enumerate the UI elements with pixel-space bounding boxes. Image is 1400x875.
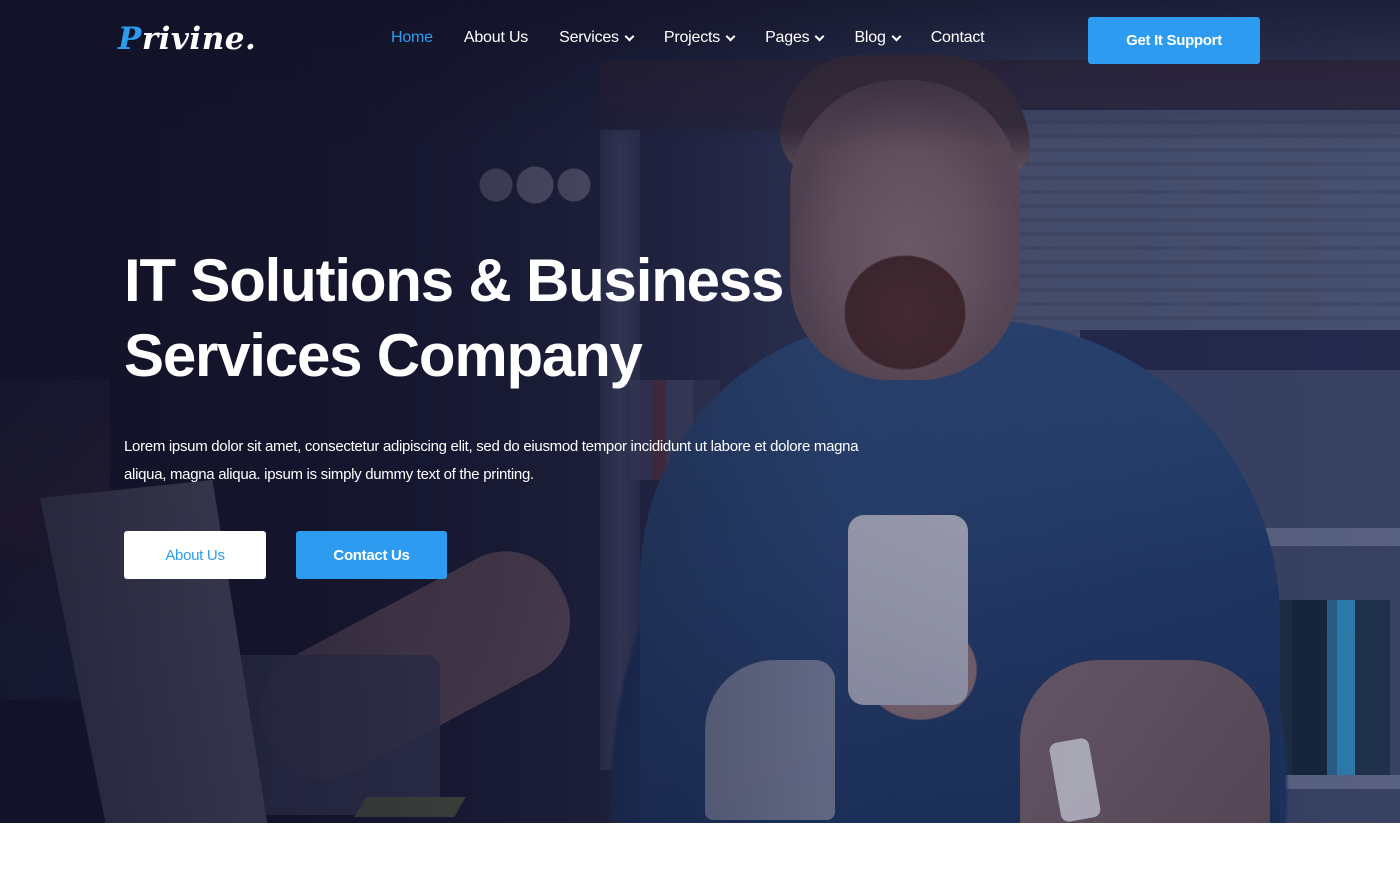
nav-item-about-us[interactable]: About Us — [464, 29, 528, 47]
hero-title-line-1: IT Solutions & Business — [124, 247, 784, 314]
brand-logo[interactable]: Privine. — [118, 21, 256, 57]
nav-item-label: Contact — [930, 29, 985, 46]
site-header: Privine. Home About Us Services Projects… — [0, 0, 1400, 80]
chevron-down-icon — [725, 31, 736, 41]
pendant-lights-decoration — [470, 160, 600, 210]
right-forearm-shape — [1020, 660, 1270, 823]
main-nav: Home About Us Services Projects Pages Bl… — [391, 29, 985, 47]
wristwatch-shape — [1048, 737, 1102, 823]
hand-shape — [840, 600, 1000, 740]
hero-buttons: About Us Contact Us — [124, 531, 884, 579]
chair-back-shape — [705, 660, 835, 820]
shelf-band-decoration — [1080, 330, 1400, 370]
hero-content: IT Solutions & Business Services Company… — [124, 243, 884, 579]
chevron-down-icon — [815, 31, 825, 41]
nav-item-label: Pages — [765, 29, 810, 46]
nav-item-projects[interactable]: Projects — [663, 29, 736, 47]
chevron-down-icon — [891, 31, 902, 41]
nav-item-label: About Us — [463, 29, 529, 46]
nav-item-label: Services — [559, 29, 619, 46]
shelf-board-lower-decoration — [1250, 775, 1400, 789]
nav-item-label: Projects — [663, 29, 721, 46]
nav-item-blog[interactable]: Blog — [854, 29, 902, 47]
shelf-board-decoration — [1220, 528, 1400, 546]
next-section-start — [0, 823, 1400, 875]
nav-item-pages[interactable]: Pages — [765, 29, 825, 47]
books-left-decoration — [0, 380, 110, 700]
chair-shape — [220, 655, 440, 815]
hero-description: Lorem ipsum dolor sit amet, consectetur … — [124, 438, 859, 483]
logo-text: rivine. — [141, 21, 257, 57]
nav-item-home[interactable]: Home — [391, 29, 433, 47]
books-right-decoration — [1250, 600, 1390, 775]
hero-title: IT Solutions & Business Services Company — [124, 243, 844, 393]
nav-item-services[interactable]: Services — [559, 29, 635, 47]
logo-initial: P — [118, 21, 142, 57]
about-us-button[interactable]: About Us — [124, 531, 266, 579]
get-it-support-button[interactable]: Get It Support — [1088, 17, 1260, 64]
sticky-note-shape — [354, 797, 466, 817]
nav-item-contact[interactable]: Contact — [931, 29, 985, 47]
shelf-panel-decoration — [1000, 110, 1400, 340]
chevron-down-icon — [624, 31, 635, 41]
hero-title-line-2: Services Company — [124, 322, 643, 389]
nav-item-label: Blog — [854, 29, 886, 46]
nav-item-label: Home — [391, 29, 433, 46]
contact-us-button[interactable]: Contact Us — [296, 531, 447, 579]
